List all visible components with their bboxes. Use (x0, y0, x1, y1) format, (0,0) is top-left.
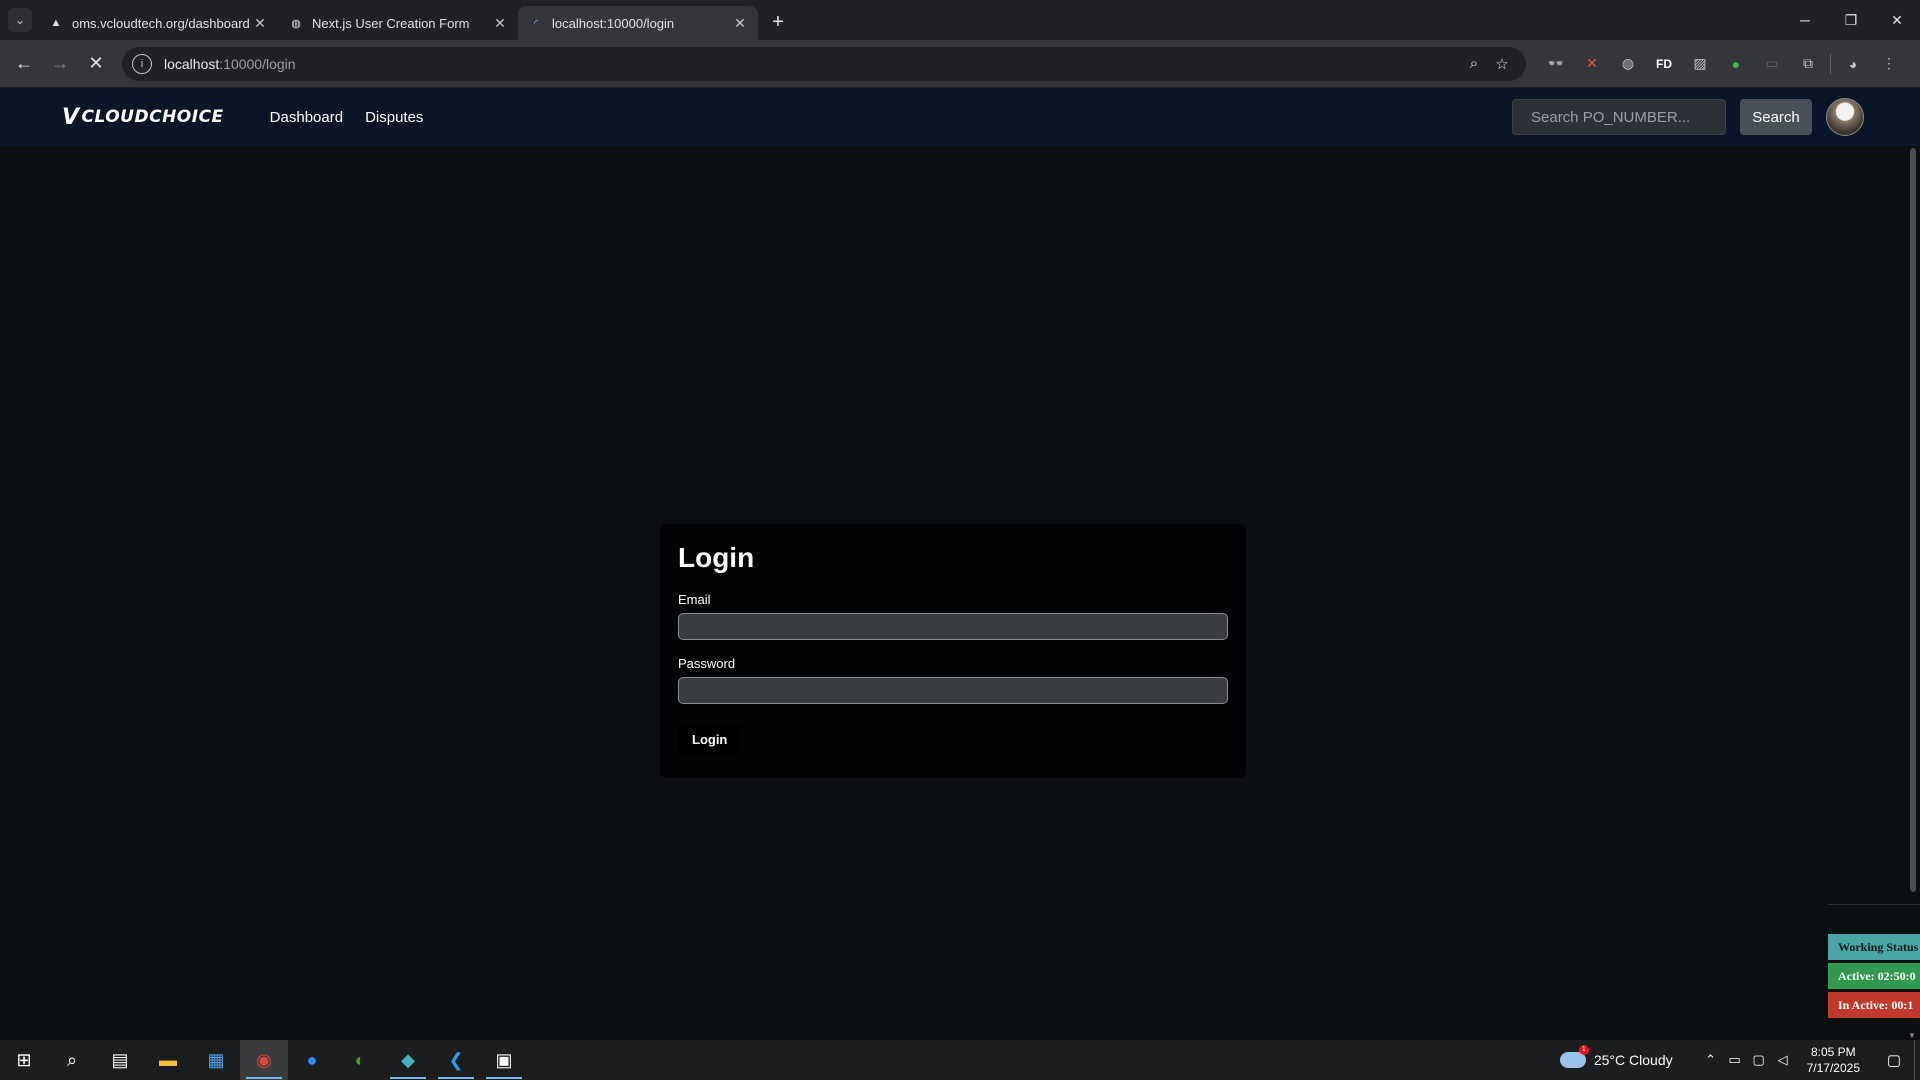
password-field[interactable] (678, 677, 1228, 704)
restore-icon[interactable]: ❐ (1828, 0, 1874, 40)
network-icon[interactable]: ▢ (1747, 1052, 1771, 1068)
extensions-area: 👓 ✕ ◍ FD ▨ ● ▭ ⧉ ◕ ⋮ (1538, 48, 1907, 80)
site-info-icon[interactable]: i (132, 53, 152, 74)
tab-close-icon[interactable]: ✕ (732, 15, 748, 31)
clock[interactable]: 8:05 PM 7/17/2025 (1807, 1044, 1860, 1076)
login-title: Login (678, 542, 755, 573)
weather-text: 25°C Cloudy (1593, 1052, 1673, 1068)
email-label: Email (678, 592, 711, 607)
mongodb-compass-icon[interactable]: ◐ (336, 1040, 384, 1080)
browser-tab-user-creation[interactable]: ◍ Next.js User Creation Form ✕ (278, 6, 518, 40)
bookmark-star-icon[interactable]: ☆ (1488, 50, 1516, 78)
battery-icon[interactable]: ▭ (1723, 1052, 1747, 1068)
logo-mark: V (62, 104, 80, 130)
main-nav: Dashboard Disputes (270, 109, 446, 126)
image-extension-icon[interactable]: ▨ (1682, 48, 1718, 80)
weather-widget[interactable]: 25°C Cloudy (1559, 1045, 1673, 1068)
browser-tab-login[interactable]: ◜ localhost:10000/login ✕ (518, 6, 758, 40)
tab-title: Next.js User Creation Form (312, 15, 470, 31)
fd-extension-icon[interactable]: FD (1646, 48, 1682, 80)
tab-favicon-icon: ▲ (50, 17, 62, 29)
browser-toolbar: ← → ✕ i localhost :10000/login ⌕ ☆ 👓 ✕ ◍… (0, 40, 1920, 88)
zoom-icon[interactable]: ⌕ (1460, 50, 1488, 78)
tab-close-icon[interactable]: ✕ (492, 15, 508, 31)
windows-taskbar: ⊞ ⌕ ▤ ▬ ▦ ◉ ● ◐ ◆ ❮ ▣ 25°C Cloudy ⌃ ▭ ▢ … (0, 1040, 1920, 1080)
url-host: localhost (164, 55, 220, 72)
tab-search-chevron-icon[interactable]: ⌄ (8, 8, 32, 32)
working-status-widget: Working Status Active: 02:50:0 In Active… (1828, 904, 1920, 1021)
loading-spinner-icon: ◜ (533, 17, 539, 30)
working-status-label: Working Status (1828, 934, 1920, 960)
logo-text: CLOUDCHOICE (81, 107, 224, 127)
user-avatar[interactable] (1826, 98, 1864, 136)
po-number-search-input[interactable] (1512, 99, 1726, 135)
cast-extension-icon[interactable]: ▭ (1754, 48, 1790, 80)
scroll-down-arrow-icon[interactable]: ▼ (1908, 1031, 1916, 1040)
new-tab-plus-icon[interactable]: + (764, 8, 792, 36)
system-tray: 25°C Cloudy ⌃ ▭ ▢ ◁ 8:05 PM 7/17/2025 ▢ (1559, 1040, 1920, 1080)
task-view-icon[interactable]: ▤ (96, 1040, 144, 1080)
scrollbar-thumb[interactable] (1910, 148, 1916, 892)
window-controls: ─ ❐ ✕ (1782, 0, 1920, 40)
store-icon[interactable]: ▦ (192, 1040, 240, 1080)
extensions-puzzle-icon[interactable]: ⧉ (1790, 48, 1826, 80)
search-icon[interactable]: ⌕ (48, 1040, 96, 1080)
back-arrow-icon[interactable]: ← (8, 48, 40, 80)
url-path: :10000/login (219, 55, 296, 72)
show-desktop-button[interactable] (1914, 1040, 1920, 1080)
clock-date: 7/17/2025 (1806, 1061, 1860, 1075)
email-field[interactable] (678, 613, 1228, 640)
cloudchoice-logo[interactable]: V CLOUDCHOICE (62, 105, 224, 130)
active-time-badge: Active: 02:50:0 (1828, 963, 1920, 989)
forward-arrow-icon[interactable]: → (44, 48, 76, 80)
tray-chevron-icon[interactable]: ⌃ (1699, 1052, 1723, 1068)
green-extension-icon[interactable]: ● (1718, 48, 1754, 80)
search-button[interactable]: Search (1740, 99, 1812, 135)
file-explorer-icon[interactable]: ▬ (144, 1040, 192, 1080)
tab-close-icon[interactable]: ✕ (252, 15, 268, 31)
cloud-icon (1559, 1045, 1589, 1068)
browser-tab-dashboard[interactable]: ▲ oms.vcloudtech.org/dashboard ✕ (38, 6, 278, 40)
globe-icon: ◍ (291, 17, 301, 30)
terminal-icon[interactable]: ▣ (480, 1040, 528, 1080)
windows-start-icon[interactable]: ⊞ (0, 1040, 48, 1080)
minimize-icon[interactable]: ─ (1782, 0, 1828, 40)
widget-toolbar (1828, 904, 1920, 934)
address-bar[interactable]: i localhost :10000/login ⌕ ☆ (122, 46, 1526, 81)
password-label: Password (678, 656, 736, 671)
tab-title: oms.vcloudtech.org/dashboard (72, 15, 250, 31)
clock-time: 8:05 PM (1810, 1045, 1856, 1059)
zoom-app-icon[interactable]: ● (288, 1040, 336, 1080)
vscode-icon[interactable]: ❮ (432, 1040, 480, 1080)
nav-dashboard[interactable]: Dashboard (270, 109, 343, 126)
stop-loading-icon[interactable]: ✕ (80, 48, 112, 80)
login-button[interactable]: Login (678, 724, 742, 754)
notifications-icon[interactable]: ▢ (1874, 1051, 1914, 1069)
browser-tab-strip: ⌄ ▲ oms.vcloudtech.org/dashboard ✕ ◍ Nex… (0, 0, 1920, 40)
app-header: V CLOUDCHOICE Dashboard Disputes Search (0, 88, 1920, 146)
login-card: Login Email Password Login (660, 524, 1246, 778)
x-extension-icon[interactable]: ✕ (1574, 48, 1610, 80)
window-close-icon[interactable]: ✕ (1874, 0, 1920, 40)
globe-extension-icon[interactable]: ◍ (1610, 48, 1646, 80)
tab-title: localhost:10000/login (552, 15, 675, 31)
volume-icon[interactable]: ◁ (1771, 1052, 1795, 1068)
profile-avatar-icon[interactable]: ◕ (1835, 48, 1871, 80)
inactive-time-badge: In Active: 00:1 (1828, 992, 1920, 1018)
chrome-icon[interactable]: ◉ (240, 1040, 288, 1080)
nav-disputes[interactable]: Disputes (365, 109, 423, 126)
app-diamond-icon[interactable]: ◆ (384, 1040, 432, 1080)
glasses-extension-icon[interactable]: 👓 (1538, 48, 1574, 80)
browser-menu-icon[interactable]: ⋮ (1871, 48, 1907, 80)
